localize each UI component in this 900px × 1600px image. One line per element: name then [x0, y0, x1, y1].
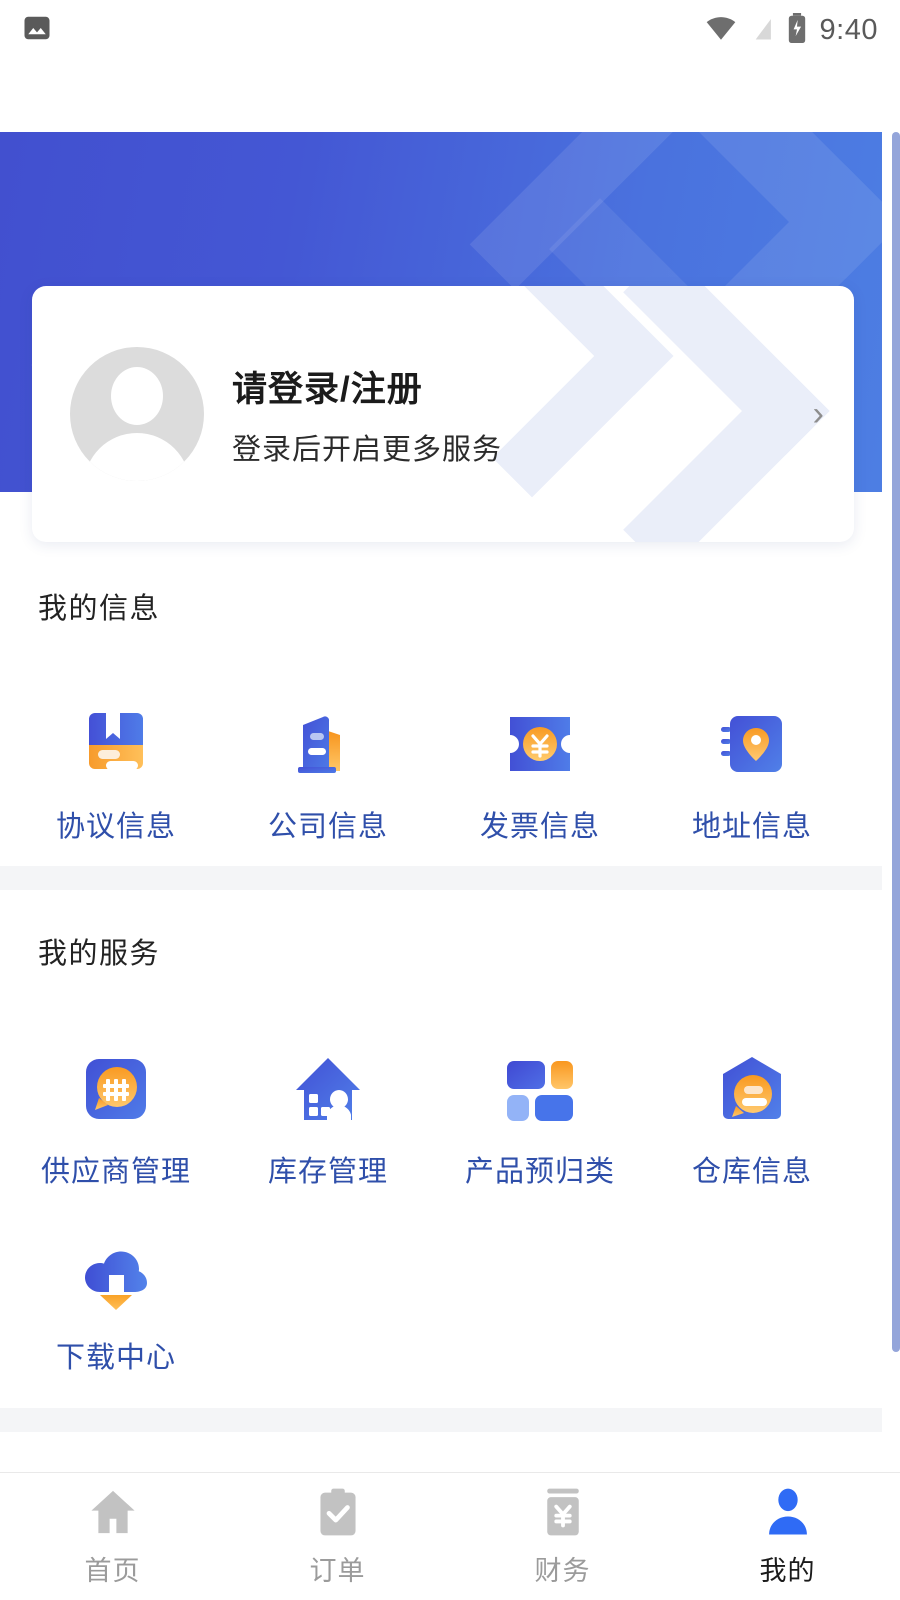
grid-label: 仓库信息: [692, 1148, 812, 1190]
grid-label: 供应商管理: [41, 1148, 191, 1190]
grid-item-company[interactable]: 公司信息: [222, 675, 434, 845]
login-card[interactable]: 请登录/注册 登录后开启更多服务 ›: [32, 286, 854, 542]
supplier-icon: [73, 1046, 159, 1132]
grid-label: 发票信息: [480, 803, 600, 845]
signal-off-icon: [750, 14, 774, 47]
cloud-download-icon: [73, 1232, 159, 1318]
finance-yuan-icon: [536, 1485, 590, 1539]
login-subtitle: 登录后开启更多服务: [232, 426, 502, 468]
agreement-icon: [73, 701, 159, 787]
wifi-icon: [705, 15, 737, 46]
grid-label: 库存管理: [268, 1148, 388, 1190]
grid-label: 下载中心: [56, 1334, 176, 1376]
product-grid-icon: [497, 1046, 583, 1132]
grid-label: 协议信息: [56, 803, 176, 845]
tab-home[interactable]: 首页: [0, 1485, 225, 1588]
home-icon: [86, 1485, 140, 1539]
battery-charging-icon: [787, 13, 807, 48]
grid-label: 公司信息: [268, 803, 388, 845]
clipboard-check-icon: [311, 1485, 365, 1539]
tab-label: 首页: [85, 1549, 141, 1588]
avatar-head: [111, 367, 163, 425]
my-services-grid: 供应商管理 库存管理: [0, 1020, 882, 1376]
tab-label: 我的: [760, 1549, 816, 1588]
login-title: 请登录/注册: [232, 361, 502, 412]
status-bar-right: 9:40: [705, 13, 878, 48]
grid-item-invoice[interactable]: 发票信息: [434, 675, 646, 845]
photo-icon: [22, 13, 52, 48]
avatar: [70, 347, 204, 481]
grid-item-supplier[interactable]: 供应商管理: [10, 1020, 222, 1190]
my-services-title: 我的服务: [0, 930, 882, 972]
scrollbar[interactable]: [892, 132, 900, 1352]
status-bar: 9:40: [0, 0, 900, 60]
grid-item-product-category[interactable]: 产品预归类: [434, 1020, 646, 1190]
status-bar-left: [22, 13, 52, 48]
chevron-right-icon[interactable]: ›: [813, 397, 824, 431]
person-icon: [761, 1485, 815, 1539]
grid-item-address[interactable]: 地址信息: [646, 675, 858, 845]
avatar-body: [84, 433, 190, 481]
tab-orders[interactable]: 订单: [225, 1485, 450, 1588]
grid-label: 产品预归类: [465, 1148, 615, 1190]
tab-label: 财务: [535, 1549, 591, 1588]
grid-item-agreement[interactable]: 协议信息: [10, 675, 222, 845]
my-services-section: 我的服务: [0, 930, 882, 1390]
grid-label: 地址信息: [692, 803, 812, 845]
my-info-grid: 协议信息 公司信息: [0, 675, 882, 845]
app-screen: 9:40 我的 请登录/注册 登录后开启更多服务 ›: [0, 0, 900, 1600]
tab-label: 订单: [310, 1549, 366, 1588]
grid-item-warehouse-info[interactable]: 仓库信息: [646, 1020, 858, 1190]
address-icon: [709, 701, 795, 787]
tab-mine[interactable]: 我的: [675, 1485, 900, 1588]
section-divider: [0, 866, 882, 890]
section-divider-2: [0, 1408, 882, 1432]
grid-item-download-center[interactable]: 下载中心: [10, 1190, 222, 1376]
grid-item-inventory[interactable]: 库存管理: [222, 1020, 434, 1190]
invoice-icon: [497, 701, 583, 787]
warehouse-tag-icon: [709, 1046, 795, 1132]
bottom-tab-bar: 首页 订单 财务: [0, 1472, 900, 1600]
warehouse-house-icon: [285, 1046, 371, 1132]
my-info-section: 我的信息 协议信息: [0, 585, 882, 870]
tab-finance[interactable]: 财务: [450, 1485, 675, 1588]
my-info-title: 我的信息: [0, 585, 882, 627]
company-icon: [285, 701, 371, 787]
status-bar-clock: 9:40: [820, 14, 878, 47]
